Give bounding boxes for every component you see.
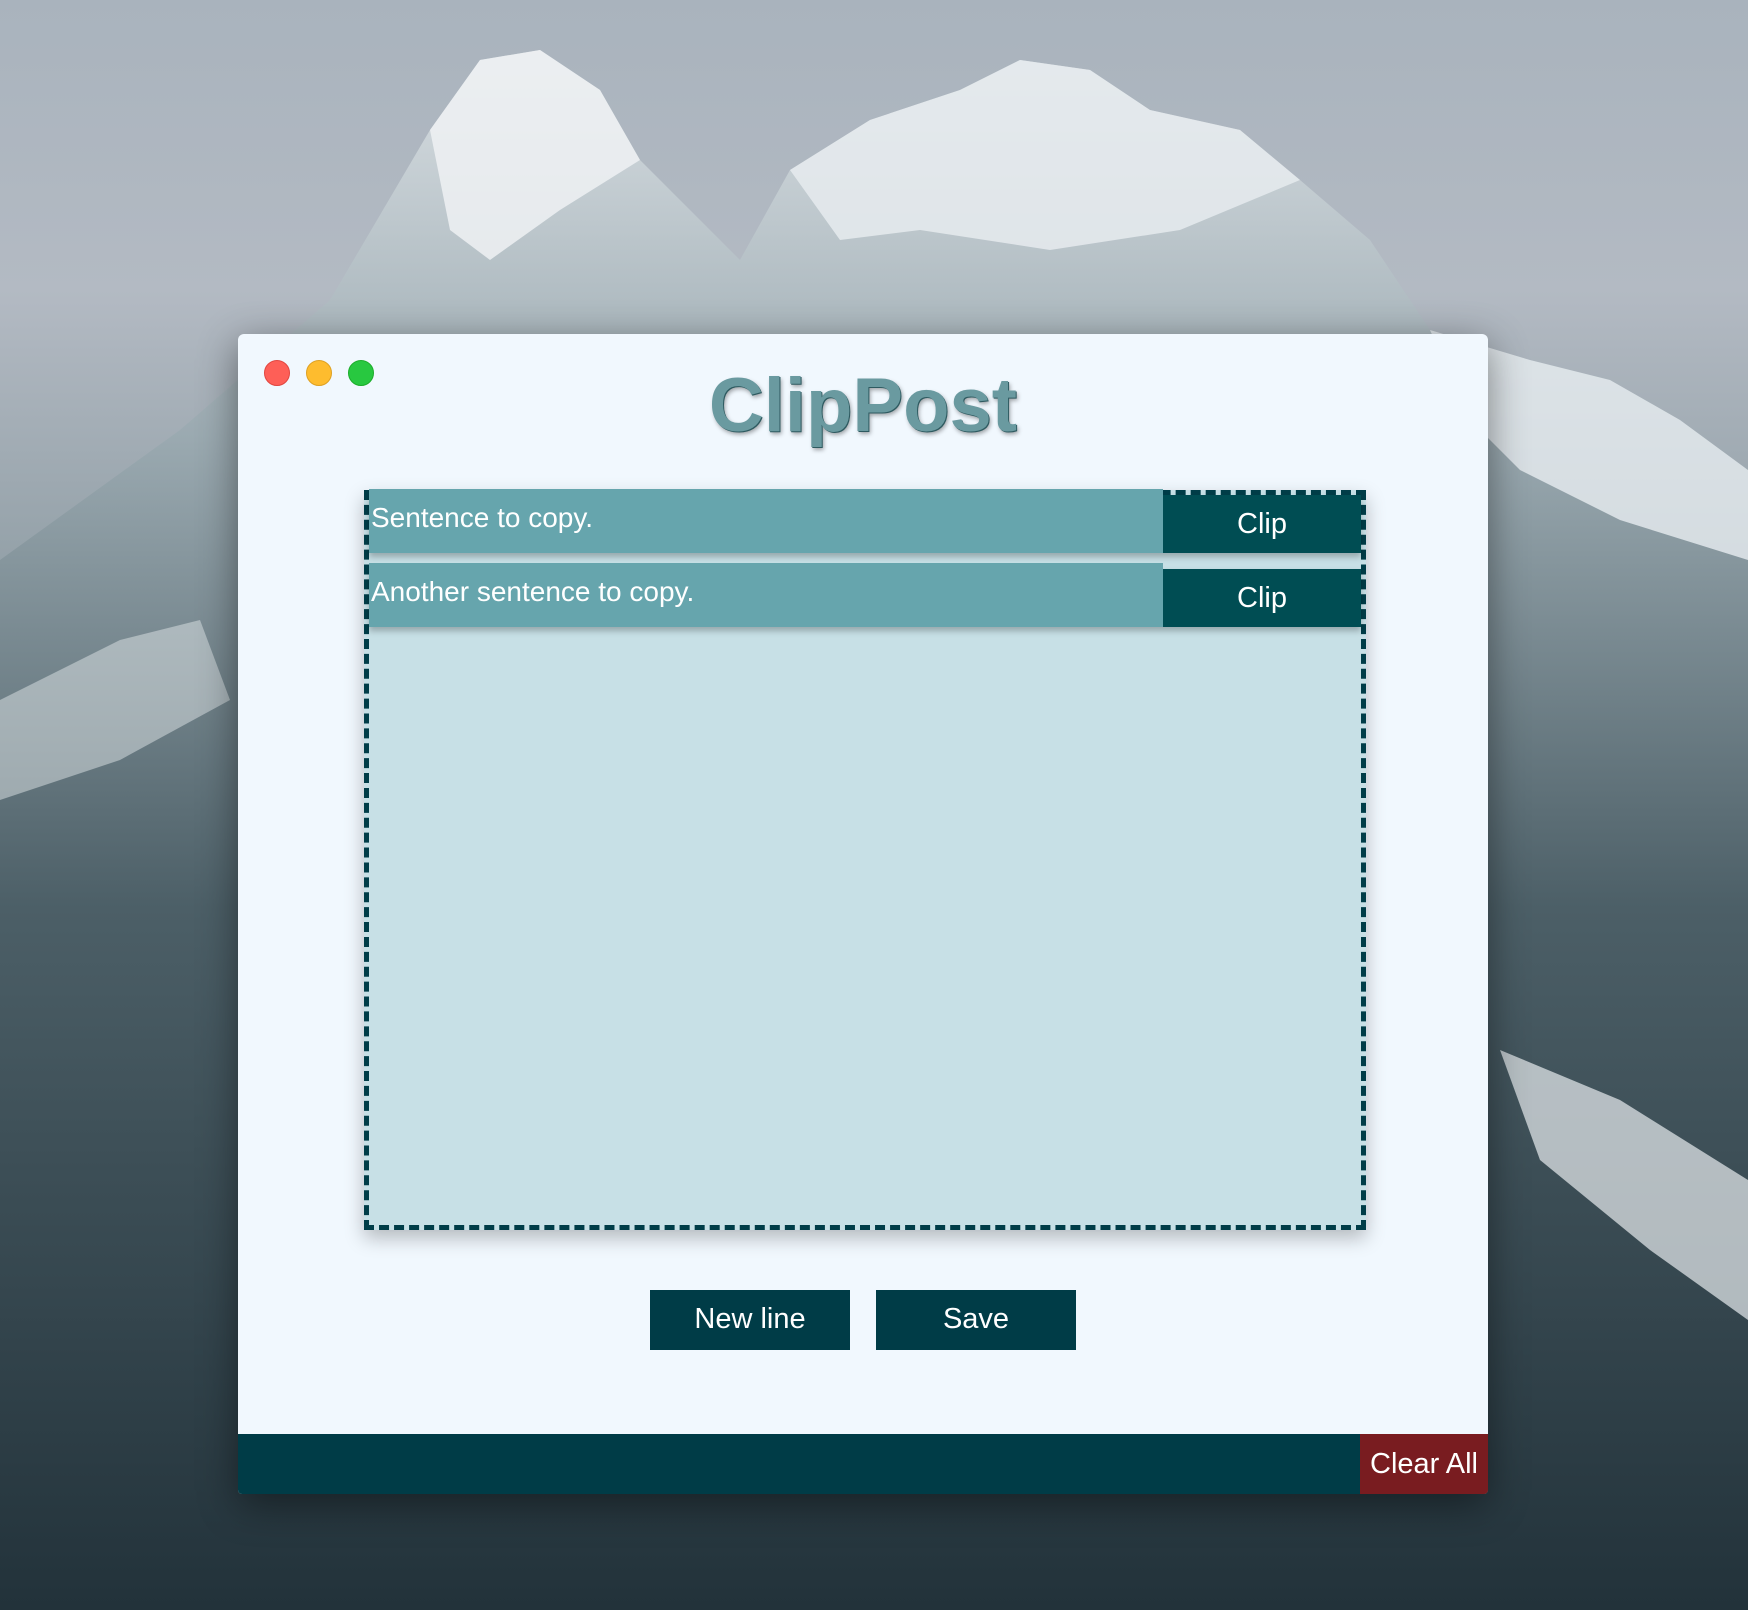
clip-row: Another sentence to copy. Clip <box>369 563 1361 627</box>
clip-button[interactable]: Clip <box>1163 569 1361 627</box>
clear-all-button[interactable]: Clear All <box>1360 1434 1488 1494</box>
app-title: ClipPost <box>708 363 1018 448</box>
new-line-button[interactable]: New line <box>650 1290 850 1350</box>
save-button[interactable]: Save <box>876 1290 1076 1350</box>
footer-bar: Clear All <box>238 1434 1488 1494</box>
clip-row: Sentence to copy. Clip <box>369 489 1361 553</box>
clip-text[interactable]: Sentence to copy. <box>369 489 1163 553</box>
clip-button[interactable]: Clip <box>1163 495 1361 553</box>
clip-list-area: Sentence to copy. Clip Another sentence … <box>364 489 1366 1230</box>
clippost-window: ClipPost Sentence to copy. Clip Another … <box>238 334 1488 1494</box>
clip-text[interactable]: Another sentence to copy. <box>369 563 1163 627</box>
